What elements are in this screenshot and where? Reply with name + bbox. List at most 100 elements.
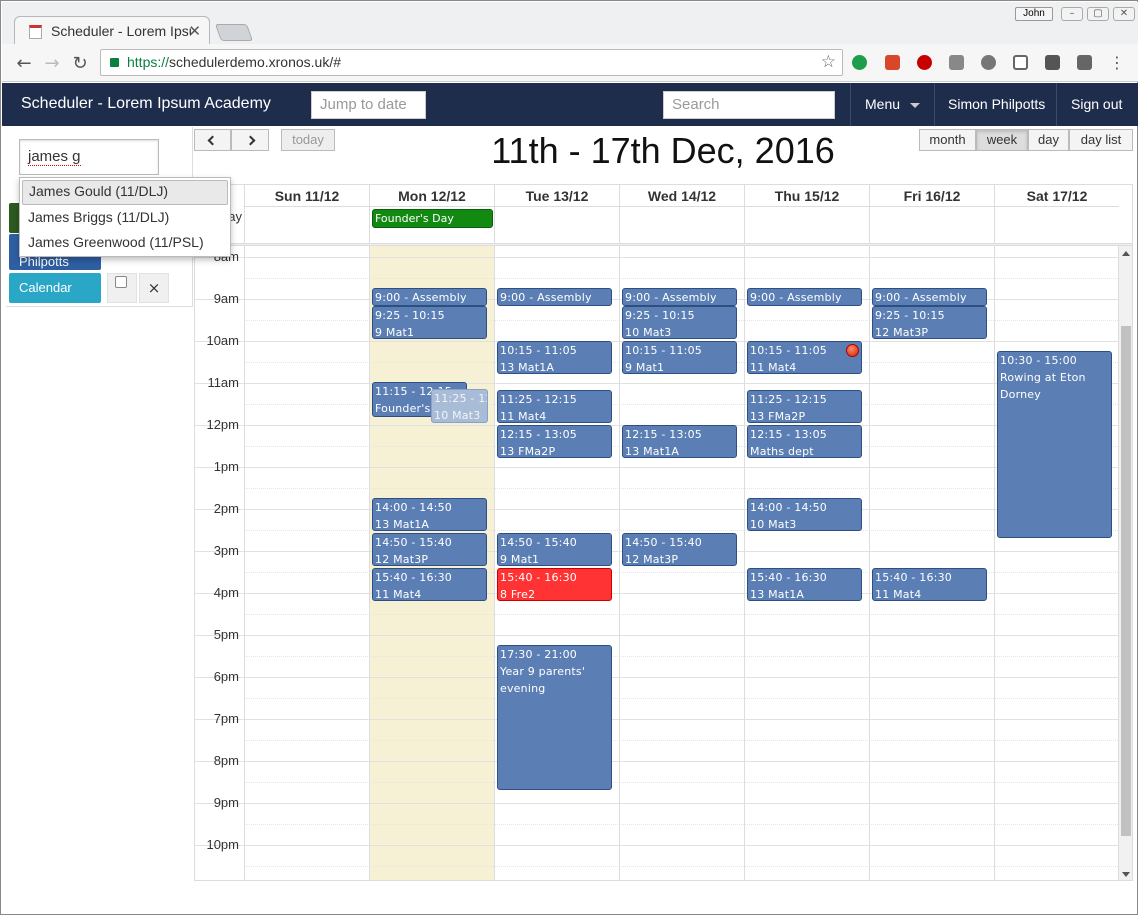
next-week-button[interactable] xyxy=(231,129,269,151)
event-lesson[interactable]: 10:15 - 11:05 13 Mat1A xyxy=(497,341,612,374)
sign-out-link[interactable]: Sign out xyxy=(1071,96,1122,112)
url-text[interactable]: https://schedulerdemo.xronos.uk/# xyxy=(127,54,341,70)
event-lesson[interactable]: 10:15 - 11:05 11 Mat4 xyxy=(747,341,862,374)
event-lesson[interactable]: 14:50 - 15:40 12 Mat3P xyxy=(372,533,487,566)
select-checkbox[interactable] xyxy=(115,276,127,288)
today-button[interactable]: today xyxy=(281,129,335,151)
suggestion-item[interactable]: James Briggs (11/DLJ) xyxy=(20,205,230,230)
hour-line xyxy=(195,467,1118,468)
extension-bank-icon[interactable] xyxy=(949,55,964,70)
allday-divider xyxy=(195,243,1132,246)
view-week-button[interactable]: week xyxy=(976,129,1028,151)
menu-dropdown[interactable]: Menu xyxy=(865,96,921,112)
user-name-link[interactable]: Simon Philpotts xyxy=(948,96,1045,112)
event-rowing[interactable]: 10:30 - 15:00 Rowing at Eton Dorney xyxy=(997,351,1112,538)
close-window-icon[interactable]: ✕ xyxy=(1113,7,1135,21)
tab-bar: Scheduler - Lorem Ipsum Academy ✕ John –… xyxy=(2,2,1138,46)
person-search-input[interactable]: james g xyxy=(19,139,159,175)
column-line xyxy=(244,246,245,880)
half-hour-line xyxy=(244,782,1118,783)
event-lesson[interactable]: 9:25 - 10:15 9 Mat1 xyxy=(372,306,487,339)
allday-cell[interactable] xyxy=(244,206,369,244)
extension-green-icon[interactable] xyxy=(852,55,867,70)
half-hour-line xyxy=(244,488,1118,489)
scroll-up-icon[interactable] xyxy=(1122,251,1130,256)
event-lesson-faded[interactable]: 11:25 - 12:1510 Mat3 xyxy=(431,389,488,423)
hour-label: 10am xyxy=(206,333,239,348)
event-lesson[interactable]: 12:15 - 13:05 13 FMa2P xyxy=(497,425,612,458)
half-hour-line xyxy=(244,698,1118,699)
hour-label: 4pm xyxy=(213,585,239,600)
event-lesson[interactable]: 10:15 - 11:05 9 Mat1 xyxy=(622,341,737,374)
browser-window: Scheduler - Lorem Ipsum Academy ✕ John –… xyxy=(0,0,1138,915)
address-bar[interactable]: https://schedulerdemo.xronos.uk/# ☆ xyxy=(100,49,843,76)
close-tab-icon[interactable]: ✕ xyxy=(188,22,201,40)
event-lesson[interactable]: 14:50 - 15:40 12 Mat3P xyxy=(622,533,737,566)
view-daylist-button[interactable]: day list xyxy=(1069,129,1133,151)
view-day-button[interactable]: day xyxy=(1028,129,1069,151)
scrollbar-thumb[interactable] xyxy=(1121,326,1131,836)
allday-event[interactable]: Founder's Day xyxy=(372,209,493,228)
allday-cell[interactable] xyxy=(869,206,994,244)
adblock-icon[interactable] xyxy=(917,55,932,70)
event-lesson[interactable]: 12:15 - 13:05 13 Mat1A xyxy=(622,425,737,458)
minimize-icon[interactable]: – xyxy=(1061,7,1083,21)
event-lesson[interactable]: 9:25 - 10:15 12 Mat3P xyxy=(872,306,987,339)
event-lesson[interactable]: 14:00 - 14:50 13 Mat1A xyxy=(372,498,487,531)
clear-button[interactable]: × xyxy=(139,273,169,303)
event-lesson[interactable]: 11:25 - 12:15 11 Mat4 xyxy=(497,390,612,423)
nav-divider xyxy=(934,83,935,126)
event-lesson[interactable]: 14:00 - 14:50 10 Mat3 xyxy=(747,498,862,531)
extension-bulb-icon[interactable] xyxy=(1045,55,1060,70)
scroll-down-icon[interactable] xyxy=(1122,872,1130,877)
allday-cell[interactable] xyxy=(744,206,869,244)
app-title[interactable]: Scheduler - Lorem Ipsum Academy xyxy=(21,95,271,113)
event-lesson[interactable]: 15:40 - 16:30 11 Mat4 xyxy=(372,568,487,601)
calendar-button[interactable]: Calendar xyxy=(9,273,101,303)
event-assembly[interactable]: 9:00 - Assembly xyxy=(497,288,612,306)
maximize-icon[interactable]: ▢ xyxy=(1087,7,1109,21)
search-input[interactable]: Search xyxy=(663,91,835,119)
day-header: Mon 12/12 xyxy=(369,185,494,206)
extension-mail-icon[interactable] xyxy=(1077,55,1092,70)
profile-badge[interactable]: John xyxy=(1015,7,1053,21)
browser-toolbar: ← → ↻ https://schedulerdemo.xronos.uk/# … xyxy=(2,44,1138,82)
extension-paw-icon[interactable] xyxy=(981,55,996,70)
view-month-button[interactable]: month xyxy=(919,129,976,151)
reload-icon[interactable]: ↻ xyxy=(70,53,90,74)
jump-to-date-input[interactable]: Jump to date xyxy=(311,91,426,119)
event-assembly[interactable]: 9:00 - Assembly xyxy=(372,288,487,306)
hour-line xyxy=(195,635,1118,636)
bookmark-star-icon[interactable]: ☆ xyxy=(821,52,836,72)
forward-arrow-icon[interactable]: → xyxy=(42,53,62,74)
suggestion-item[interactable]: James Gould (11/DLJ) xyxy=(22,180,228,205)
week-calendar: Sun 11/12 Mon 12/12 Tue 13/12 Wed 14/12 … xyxy=(194,184,1133,881)
event-parents-evening[interactable]: 17:30 - 21:00 Year 9 parents' evening xyxy=(497,645,612,790)
event-assembly[interactable]: 9:00 - Assembly xyxy=(622,288,737,306)
event-lesson-alert[interactable]: 15:40 - 16:30 8 Fre2 xyxy=(497,568,612,601)
allday-cell[interactable] xyxy=(994,206,1119,244)
half-hour-line xyxy=(244,278,1118,279)
extension-red-icon[interactable] xyxy=(885,55,900,70)
event-lesson[interactable]: 11:25 - 12:15 13 FMa2P xyxy=(747,390,862,423)
back-arrow-icon[interactable]: ← xyxy=(14,53,34,74)
half-hour-line xyxy=(244,656,1118,657)
new-tab-button[interactable] xyxy=(214,24,254,41)
event-lesson[interactable]: 9:25 - 10:15 10 Mat3 xyxy=(622,306,737,339)
suggestion-item[interactable]: James Greenwood (11/PSL) xyxy=(20,230,230,255)
chevron-right-icon xyxy=(245,135,255,146)
event-assembly[interactable]: 9:00 - Assembly xyxy=(872,288,987,306)
calendar-scrollbar[interactable] xyxy=(1118,246,1132,880)
event-lesson[interactable]: 15:40 - 16:30 11 Mat4 xyxy=(872,568,987,601)
event-lesson[interactable]: 15:40 - 16:30 13 Mat1A xyxy=(747,568,862,601)
allday-cell[interactable] xyxy=(619,206,744,244)
browser-menu-icon[interactable]: ⋮ xyxy=(1107,53,1127,72)
checkbox-wrapper xyxy=(107,273,137,303)
allday-cell[interactable] xyxy=(494,206,619,244)
browser-tab[interactable]: Scheduler - Lorem Ipsum Academy ✕ xyxy=(14,16,210,46)
event-lesson[interactable]: 12:15 - 13:05 Maths dept xyxy=(747,425,862,458)
cast-icon[interactable] xyxy=(1013,55,1028,70)
event-lesson[interactable]: 14:50 - 15:40 9 Mat1 xyxy=(497,533,612,566)
event-assembly[interactable]: 9:00 - Assembly xyxy=(747,288,862,306)
prev-week-button[interactable] xyxy=(194,129,231,151)
